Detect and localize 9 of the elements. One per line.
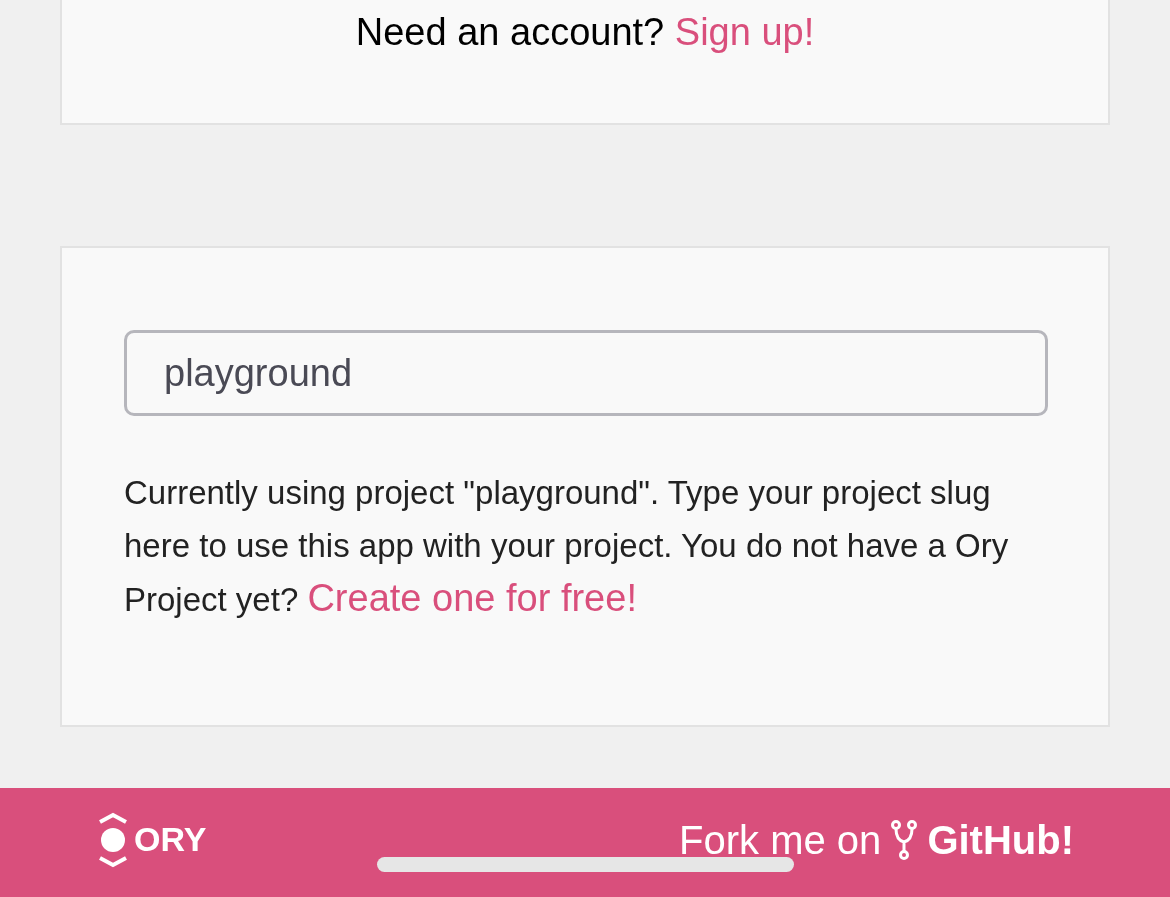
github-link[interactable]: Fork me on GitHub! <box>679 809 1074 870</box>
signup-prompt: Need an account? Sign up! <box>355 10 815 55</box>
logo-text: ORY <box>134 819 207 860</box>
sign-up-link[interactable]: Sign up! <box>674 11 815 53</box>
fork-icon <box>891 819 918 860</box>
help-text: Currently using project "playground". Type your project slug here to use this app with your project. You do not have a Ory Project yet? Create one for free! <box>124 473 1010 621</box>
project-field[interactable]: playground <box>124 330 1048 416</box>
create-project-link[interactable]: Create one for free! <box>307 577 637 619</box>
logo-icon <box>98 811 128 868</box>
